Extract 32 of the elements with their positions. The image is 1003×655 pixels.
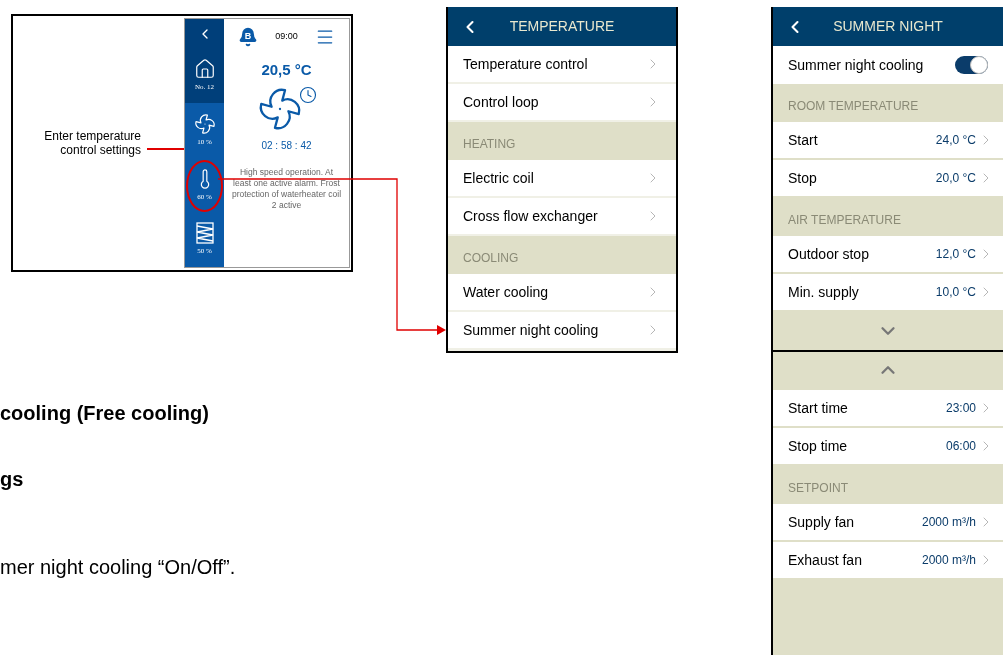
menu-item[interactable]: Control loop — [448, 84, 676, 120]
setting-row[interactable]: Start 24,0 °C — [773, 122, 1003, 158]
toggle-switch[interactable] — [955, 56, 988, 74]
filter-icon — [195, 222, 214, 245]
section-header: HEATING — [448, 122, 676, 160]
menu-item[interactable]: Summer night cooling — [448, 312, 676, 348]
setting-row[interactable]: Outdoor stop 12,0 °C — [773, 236, 1003, 272]
section-heading: cooling (Free cooling) — [0, 401, 210, 426]
status-text: High speed operation. At least one active alarm. Frost protection of waterheater coil 2 active — [230, 166, 343, 211]
temperature-reading: 20,5 °C — [261, 60, 312, 80]
setting-row[interactable]: Exhaust fan 2000 m³/h — [773, 542, 1003, 578]
section-heading: gs — [0, 467, 25, 492]
setting-row[interactable]: Stop 20,0 °C — [773, 160, 1003, 196]
section-header: COOLING — [448, 236, 676, 274]
menu-item[interactable]: Water cooling — [448, 274, 676, 310]
setting-row[interactable]: Supply fan 2000 m³/h — [773, 504, 1003, 540]
screen-header: TEMPERATURE — [448, 7, 676, 46]
body-text: mer night cooling “On/Off”. — [0, 555, 237, 580]
setting-row[interactable]: Stop time 06:00 — [773, 428, 1003, 464]
setting-row[interactable]: Start time 23:00 — [773, 390, 1003, 426]
menu-item[interactable]: Electric coil — [448, 160, 676, 196]
menu-item[interactable]: Cross flow exchanger — [448, 198, 676, 234]
toggle-label: Summer night cooling — [788, 55, 924, 75]
back-button[interactable] — [185, 19, 224, 48]
clock-time: 09:00 — [275, 30, 298, 44]
menu-item[interactable]: Temperature control — [448, 46, 676, 82]
house-icon — [193, 58, 216, 81]
timer-reading: 02 : 58 : 42 — [261, 138, 312, 153]
screen-header: SUMMER NIGHT — [773, 7, 1003, 46]
callout-text: Enter temperature control settings — [43, 129, 141, 157]
fan-icon — [193, 112, 216, 135]
setting-row[interactable]: Min. supply 10,0 °C — [773, 274, 1003, 310]
